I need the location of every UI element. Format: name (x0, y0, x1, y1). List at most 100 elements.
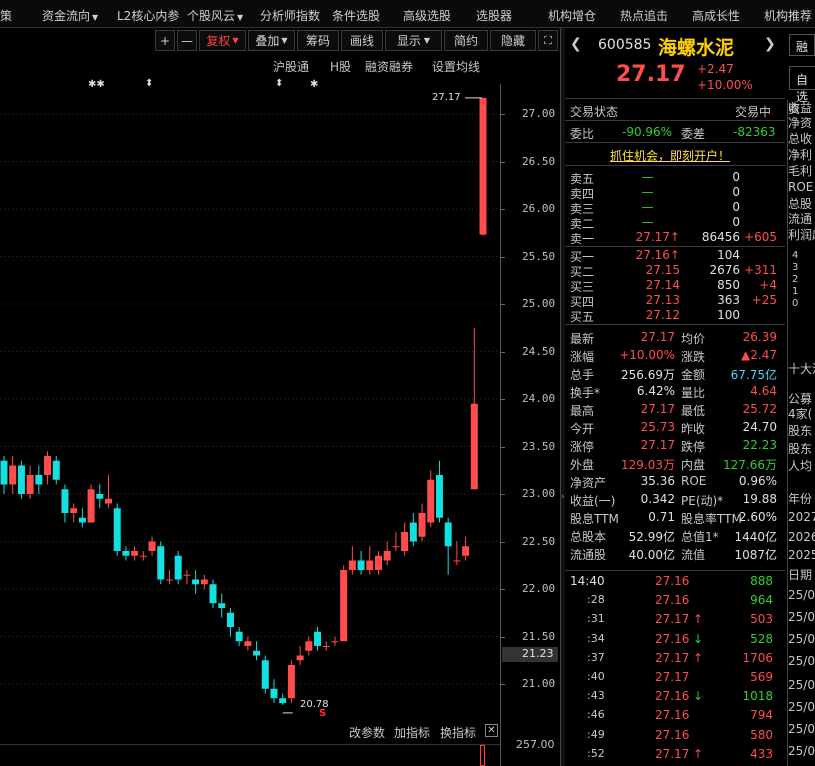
menu-item-growth[interactable]: 高成长性 (692, 7, 740, 24)
candle[interactable] (287, 660, 295, 703)
candle[interactable] (444, 517, 452, 575)
candle[interactable] (78, 508, 86, 528)
candle[interactable] (270, 679, 278, 703)
candle[interactable] (409, 513, 417, 547)
candle[interactable] (479, 97, 487, 236)
candle[interactable] (357, 551, 365, 575)
candle[interactable] (17, 460, 25, 499)
candle[interactable] (366, 546, 374, 575)
open-account-link[interactable]: 抓住机会，即刻开户！ (610, 147, 730, 164)
menu-item-inst-increase[interactable]: 机构增仓 (548, 7, 596, 24)
candle[interactable] (401, 522, 409, 556)
candle[interactable] (218, 593, 226, 618)
kline-chart[interactable]: 沪股通 H股 融资融券 设置均线 ✱✱ ⬍ ⬍ ✱ 27.00 26.50 26.0… (0, 54, 560, 744)
candle[interactable] (453, 541, 461, 566)
candle[interactable] (87, 484, 95, 523)
candle[interactable] (383, 541, 391, 566)
menu-item-strategy[interactable]: 策 (0, 7, 12, 24)
candle[interactable] (96, 484, 104, 509)
candle[interactable] (226, 608, 234, 637)
overlay-button[interactable]: 叠加 ▼ (248, 30, 295, 51)
candle[interactable] (200, 574, 208, 589)
candle[interactable] (374, 551, 382, 575)
candle[interactable] (427, 470, 435, 528)
candle[interactable] (392, 532, 400, 551)
candle[interactable] (52, 456, 60, 485)
close-icon[interactable]: ✕ (485, 724, 498, 737)
add-indicator-button[interactable]: 加指标 (394, 724, 430, 741)
candle[interactable] (157, 541, 165, 585)
candle[interactable] (174, 551, 182, 585)
candle[interactable] (61, 484, 69, 523)
menu-item-l2[interactable]: L2核心内参 (117, 7, 179, 24)
draw-line-button[interactable]: 画线 (341, 30, 383, 51)
candle[interactable] (253, 641, 261, 661)
candle[interactable] (105, 475, 113, 509)
menu-item-stock-risk[interactable]: 个股风云 ▼ (187, 7, 243, 24)
candle[interactable] (296, 646, 304, 665)
candle[interactable] (26, 465, 34, 499)
candle[interactable] (192, 570, 200, 594)
candle[interactable] (35, 465, 43, 495)
candle[interactable] (139, 551, 147, 561)
change-params-button[interactable]: 改参数 (349, 724, 385, 741)
candle[interactable] (148, 536, 156, 556)
menu-item-analyst-index[interactable]: 分析师指数 (260, 7, 320, 24)
chevron-left-icon[interactable]: ❮ (570, 36, 582, 52)
switch-indicator-button[interactable]: 换指标 (440, 724, 476, 741)
candle[interactable] (244, 636, 252, 651)
bid-row[interactable]: 买一 27.16↑ 104 (565, 248, 780, 264)
bid-row[interactable]: 买二 27.15 2676 +311 (565, 263, 780, 279)
candle[interactable] (314, 627, 322, 651)
ask-row[interactable]: 卖二 —0 (565, 215, 780, 231)
add-watchlist-button[interactable]: 自选 (789, 66, 815, 104)
candle[interactable] (122, 546, 130, 561)
candle[interactable] (279, 693, 287, 705)
zoom-out-button[interactable]: — (177, 30, 197, 51)
candle[interactable] (261, 655, 269, 694)
expand-icon[interactable]: ⛶ (538, 30, 558, 51)
simple-button[interactable]: 简约 (444, 30, 488, 51)
bid-row[interactable]: 买五 27.12 100 (565, 308, 780, 324)
menu-item-hotspot[interactable]: 热点追击 (620, 7, 668, 24)
menu-item-condition-select[interactable]: 条件选股 (332, 7, 380, 24)
fuquan-button[interactable]: 复权 ▼ (199, 30, 246, 51)
candle[interactable] (331, 636, 339, 647)
menu-item-inst-recommend[interactable]: 机构推荐 (764, 7, 812, 24)
candle[interactable] (183, 570, 191, 585)
menu-item-stock-picker[interactable]: 选股器 (476, 7, 512, 24)
chevron-right-icon[interactable]: ❯ (764, 36, 776, 52)
candle[interactable] (322, 641, 330, 651)
bid-row[interactable]: 买四 27.13 363 +25 (565, 293, 780, 309)
hide-button[interactable]: 隐藏 (490, 30, 536, 51)
candle[interactable] (418, 503, 426, 542)
ask-row[interactable]: 卖三 —0 (565, 200, 780, 216)
margin-button[interactable]: 融 (789, 34, 815, 56)
tick-time: :43 (587, 689, 605, 703)
candle[interactable] (165, 570, 173, 585)
bid-row[interactable]: 买三 27.14 850 +4 (565, 278, 780, 294)
candle[interactable] (435, 460, 443, 523)
menu-item-fund-flow[interactable]: 资金流向 ▼ (42, 7, 98, 24)
candle[interactable] (9, 456, 17, 494)
ask-row[interactable]: 卖四 —0 (565, 185, 780, 201)
candle[interactable] (462, 536, 470, 561)
candle[interactable] (235, 627, 243, 646)
stat-label: 昨收 (681, 422, 706, 436)
chips-button[interactable]: 筹码 (297, 30, 339, 51)
candle[interactable] (305, 636, 313, 656)
ask-row[interactable]: 卖一 27.17↑ 86456 +605 (565, 230, 780, 246)
candle[interactable] (113, 503, 121, 556)
book-price: 27.14 (645, 278, 680, 292)
candle[interactable] (348, 546, 356, 575)
menu-item-advanced-select[interactable]: 高级选股 (403, 7, 451, 24)
candle[interactable] (340, 565, 348, 642)
candle[interactable] (209, 579, 217, 609)
display-button[interactable]: 显示 ▼ (385, 30, 442, 51)
candle[interactable] (70, 503, 78, 523)
candle[interactable] (44, 451, 52, 485)
candle[interactable] (0, 456, 8, 494)
ask-row[interactable]: 卖五 —0 (565, 170, 780, 186)
candle[interactable] (131, 546, 139, 561)
zoom-in-button[interactable]: + (155, 30, 175, 51)
